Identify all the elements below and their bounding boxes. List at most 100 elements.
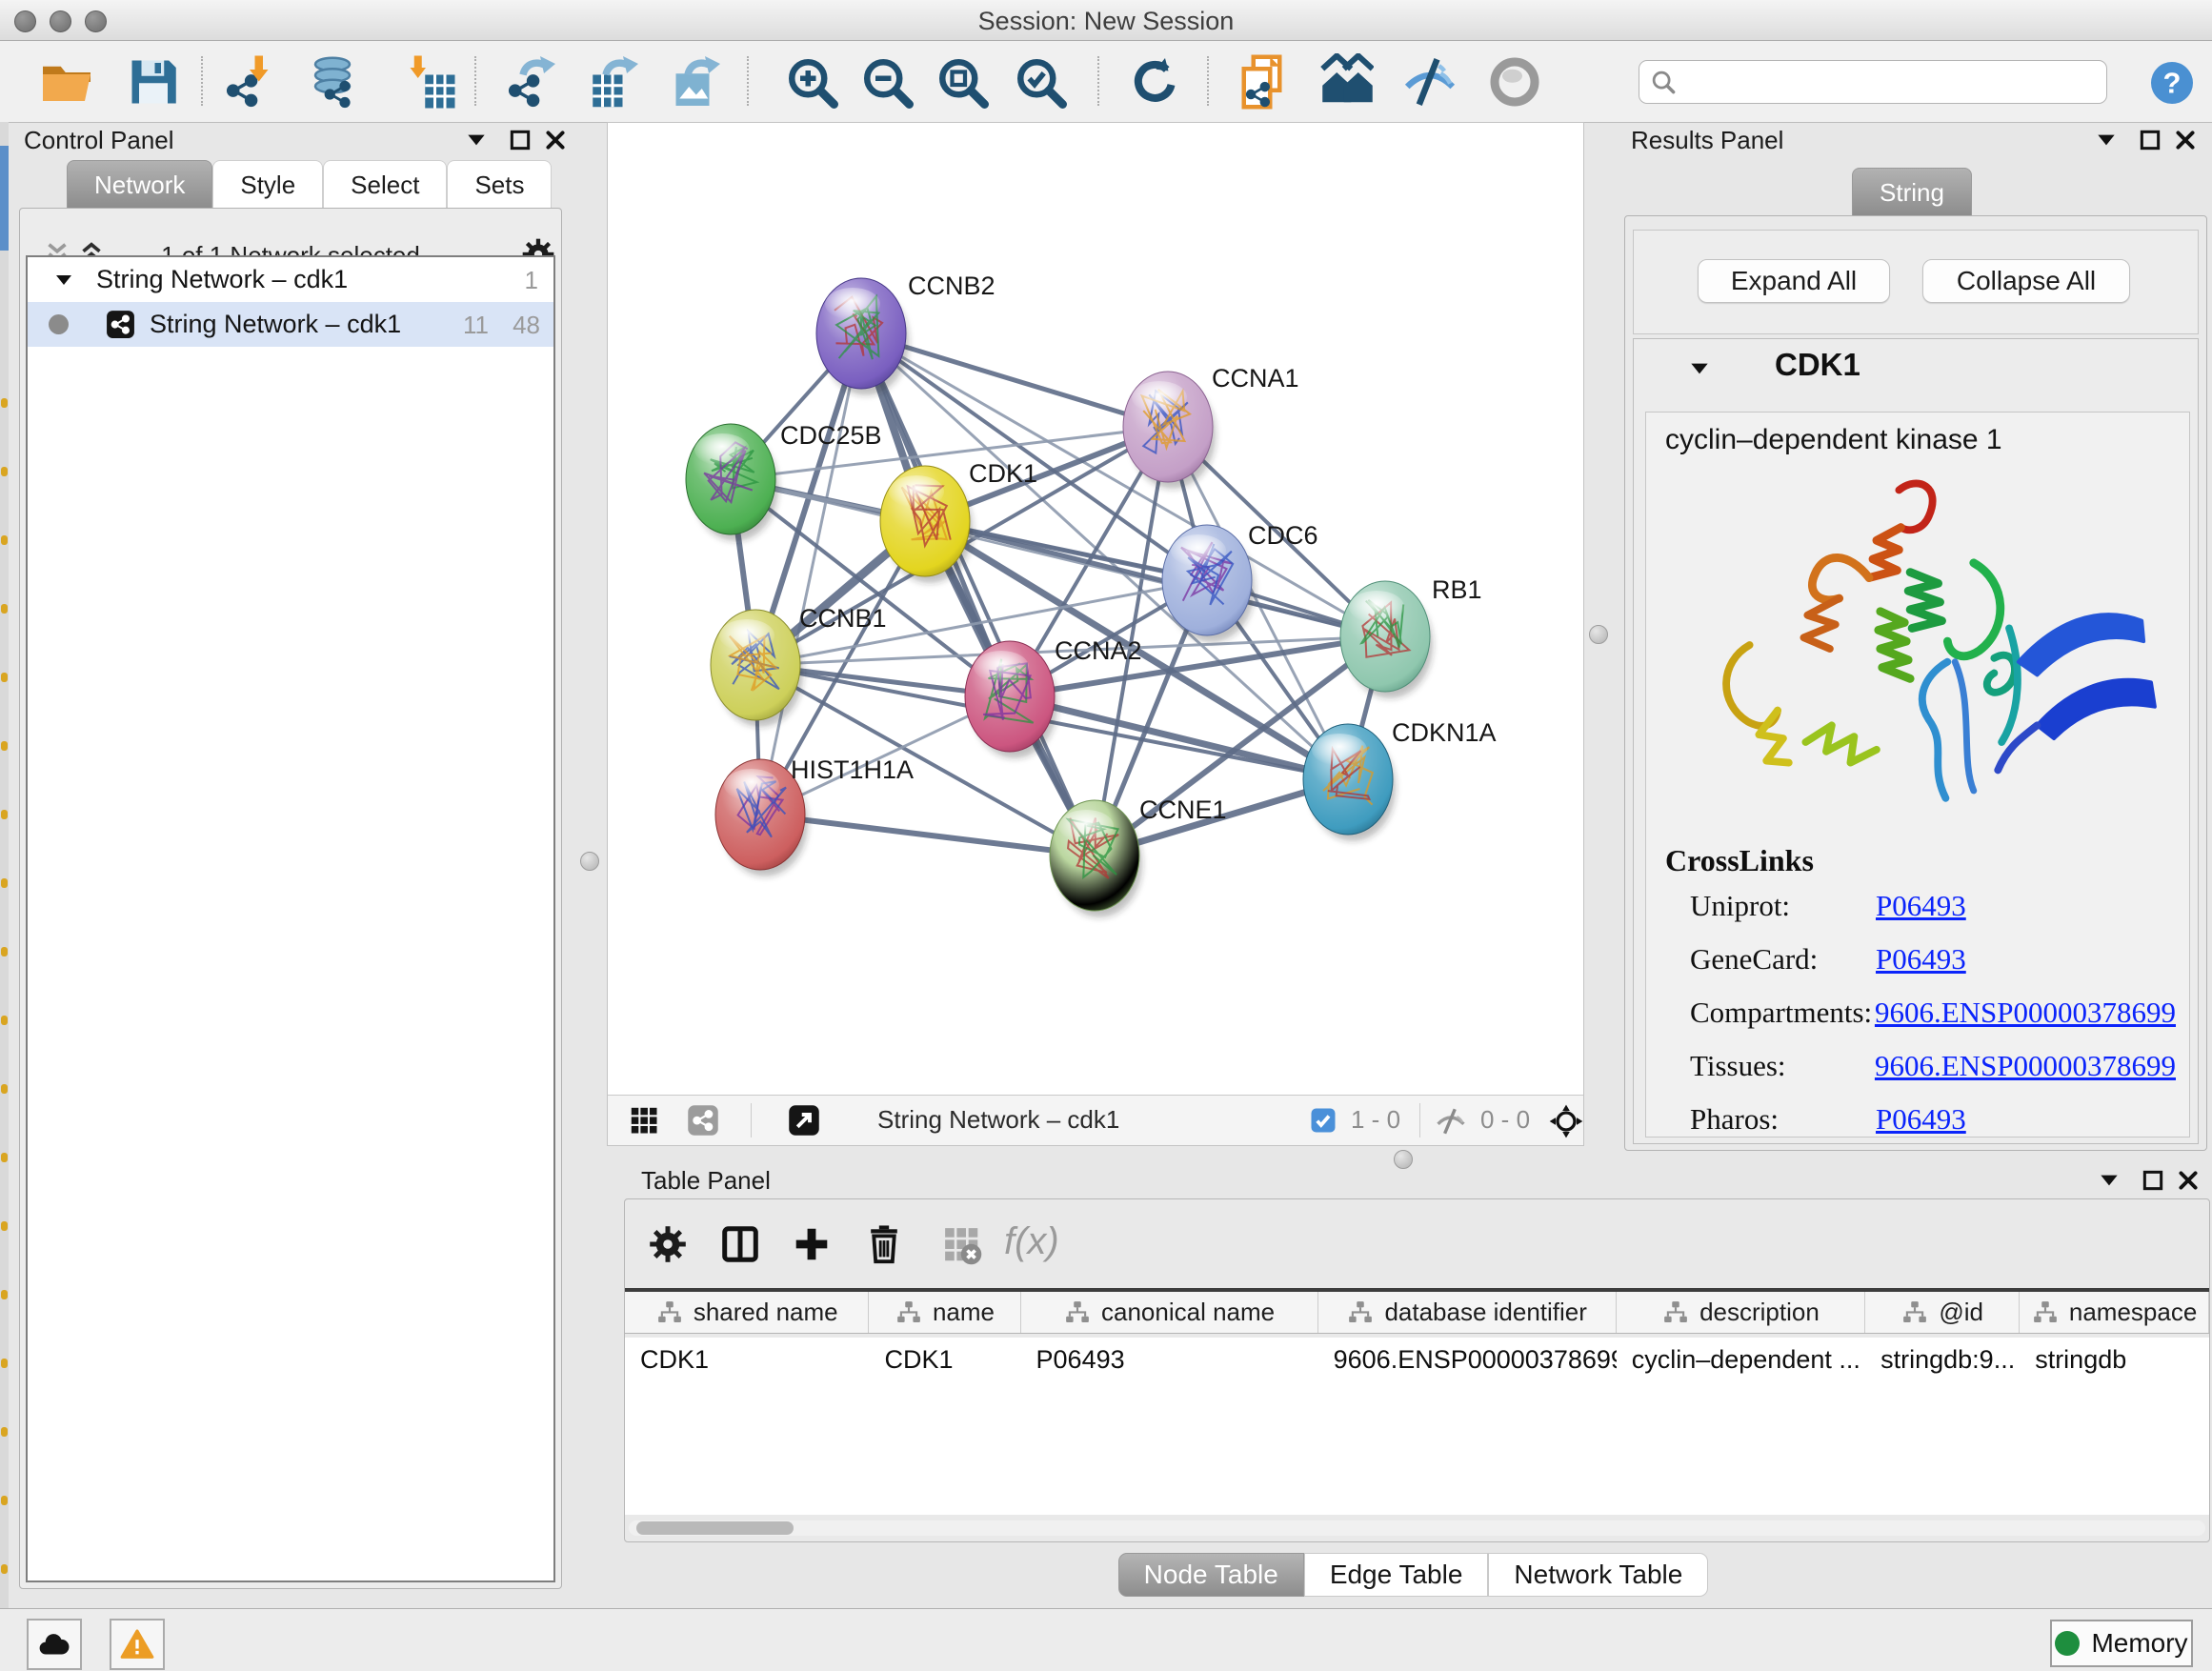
- node-table-container: f(x) shared namenamecanonical namedataba…: [624, 1198, 2210, 1542]
- tab-network-table[interactable]: Network Table: [1488, 1553, 1708, 1597]
- string-home-button[interactable]: [1317, 53, 1374, 111]
- network-tab-content: 1 of 1 Network selected String Network –…: [19, 208, 562, 1589]
- table-cell: CDK1: [625, 1345, 869, 1375]
- network-node-CDKN1A[interactable]: CDKN1A: [1303, 718, 1497, 841]
- help-button[interactable]: ?: [2149, 60, 2195, 106]
- column-header-database-identifier[interactable]: database identifier: [1318, 1292, 1617, 1333]
- import-table-from-file-button[interactable]: [400, 53, 457, 111]
- scrollbar-thumb[interactable]: [636, 1521, 794, 1535]
- open-session-icon: [38, 53, 95, 111]
- delete-column-icon[interactable]: [862, 1222, 906, 1266]
- gene-name-heading: CDK1: [1775, 347, 1860, 383]
- splitter-handle[interactable]: [1589, 625, 1608, 644]
- export-image-button[interactable]: [669, 53, 726, 111]
- export-network-button[interactable]: [504, 53, 561, 111]
- grid-view-icon[interactable]: [627, 1103, 661, 1137]
- tab-style[interactable]: Style: [212, 160, 323, 208]
- table-body: CDK1CDK1P064939606.ENSP00000378699cyclin…: [625, 1338, 2209, 1515]
- crosslink-value-link[interactable]: P06493: [1876, 942, 1966, 976]
- network-collection-row[interactable]: String Network – cdk1 1: [28, 257, 553, 302]
- toolbar-separator: [474, 56, 476, 106]
- network-row-selected[interactable]: String Network – cdk1 11 48: [28, 302, 553, 347]
- results-panel-close-icon[interactable]: [2173, 128, 2198, 152]
- column-header-namespace[interactable]: namespace: [2020, 1292, 2209, 1333]
- network-node-RB1[interactable]: RB1: [1340, 575, 1482, 698]
- column-header-shared-name[interactable]: shared name: [625, 1292, 869, 1333]
- splitter-handle[interactable]: [580, 852, 599, 871]
- refresh-icon: [1126, 53, 1183, 111]
- memory-status-dot-icon: [2055, 1631, 2080, 1656]
- tab-edge-table[interactable]: Edge Table: [1304, 1553, 1489, 1597]
- crosslink-value-link[interactable]: P06493: [1876, 1102, 1966, 1137]
- crosslink-row: Uniprot:P06493: [1690, 889, 2176, 942]
- import-network-from-database-button[interactable]: [304, 53, 361, 111]
- network-node-CDK1[interactable]: CDK1: [880, 459, 1037, 583]
- network-status-dot-icon: [49, 314, 69, 334]
- network-node-CCNB1[interactable]: CCNB1: [711, 604, 887, 727]
- collection-expand-icon[interactable]: [52, 269, 75, 292]
- fit-content-button[interactable]: [934, 53, 991, 111]
- expand-all-button[interactable]: Expand All: [1698, 259, 1890, 303]
- table-panel-menu-icon[interactable]: [2097, 1168, 2122, 1193]
- table-horizontal-scrollbar[interactable]: [629, 1520, 2205, 1536]
- save-session-button[interactable]: [125, 53, 182, 111]
- hidden-eye-slash-icon[interactable]: [1435, 1105, 1467, 1137]
- network-node-CCNE1[interactable]: CCNE1: [1050, 795, 1227, 917]
- table-options-gear-icon[interactable]: [646, 1222, 690, 1266]
- control-panel-close-icon[interactable]: [543, 128, 568, 152]
- tab-string[interactable]: String: [1852, 168, 1972, 215]
- warnings-button[interactable]: [110, 1619, 165, 1670]
- network-canvas[interactable]: CCNB2CCNA1CDC25BCDK1CDC6RB1CCNB1CCNA2CDK…: [608, 123, 1583, 1096]
- memory-button[interactable]: Memory: [2050, 1620, 2193, 1667]
- tab-node-table[interactable]: Node Table: [1118, 1553, 1304, 1597]
- collapse-all-button[interactable]: Collapse All: [1922, 259, 2130, 303]
- control-panel-menu-icon[interactable]: [464, 128, 489, 152]
- network-node-HIST1H1A[interactable]: HIST1H1A: [715, 755, 914, 876]
- cloud-status-button[interactable]: [27, 1619, 82, 1670]
- zoom-out-button[interactable]: [858, 53, 915, 111]
- zoom-in-button[interactable]: [783, 53, 840, 111]
- table-row[interactable]: CDK1CDK1P064939606.ENSP00000378699cyclin…: [625, 1338, 2209, 1381]
- crosslink-value-link[interactable]: 9606.ENSP00000378699: [1875, 1049, 2176, 1083]
- network-node-CCNB2[interactable]: CCNB2: [816, 272, 995, 395]
- network-node-CDC25B[interactable]: CDC25B: [686, 421, 882, 541]
- table-panel-float-icon[interactable]: [2141, 1168, 2165, 1193]
- table-panel-close-icon[interactable]: [2176, 1168, 2201, 1193]
- add-column-icon[interactable]: [790, 1222, 834, 1266]
- results-panel-float-icon[interactable]: [2138, 128, 2162, 152]
- tab-sets[interactable]: Sets: [447, 160, 552, 208]
- node-label-HIST1H1A: HIST1H1A: [791, 755, 914, 784]
- network-node-CDC6[interactable]: CDC6: [1162, 521, 1318, 642]
- import-network-from-file-button[interactable]: [222, 53, 279, 111]
- string-network-icon: [105, 309, 136, 340]
- collapse-entry-icon[interactable]: [1687, 356, 1712, 381]
- detach-view-icon[interactable]: [787, 1103, 821, 1137]
- main-toolbar: ?: [0, 41, 2212, 123]
- export-table-button[interactable]: [587, 53, 644, 111]
- birds-eye-view-icon[interactable]: [1547, 1102, 1585, 1140]
- column-header-@id[interactable]: @id: [1865, 1292, 2020, 1333]
- search-input[interactable]: [1639, 60, 2107, 104]
- selected-checkbox-icon[interactable]: [1309, 1106, 1337, 1135]
- crosslink-value-link[interactable]: P06493: [1876, 889, 1966, 923]
- column-header-description[interactable]: description: [1617, 1292, 1865, 1333]
- share-view-icon[interactable]: [686, 1103, 720, 1137]
- zoom-selected-button[interactable]: [1012, 53, 1069, 111]
- show-columns-icon[interactable]: [718, 1222, 762, 1266]
- tab-network[interactable]: Network: [67, 160, 212, 208]
- enable-glass-effect-button[interactable]: [1486, 53, 1543, 111]
- open-session-button[interactable]: [38, 53, 95, 111]
- refresh-button[interactable]: [1126, 53, 1183, 111]
- control-panel-float-icon[interactable]: [508, 128, 533, 152]
- crosslink-value-link[interactable]: 9606.ENSP00000378699: [1875, 996, 2176, 1030]
- network-collection-label: String Network – cdk1: [96, 265, 348, 294]
- tab-select[interactable]: Select: [323, 160, 447, 208]
- control-panel: Control Panel NetworkStyleSelectSets 1 o…: [10, 122, 570, 1608]
- results-panel-menu-icon[interactable]: [2094, 128, 2119, 152]
- column-header-name[interactable]: name: [869, 1292, 1020, 1333]
- hide-glass-effect-button[interactable]: [1401, 53, 1458, 111]
- node-label-CCNB1: CCNB1: [799, 604, 887, 633]
- cloud-icon: [37, 1627, 71, 1661]
- column-header-canonical-name[interactable]: canonical name: [1021, 1292, 1318, 1333]
- string-import-button[interactable]: [1236, 53, 1293, 111]
